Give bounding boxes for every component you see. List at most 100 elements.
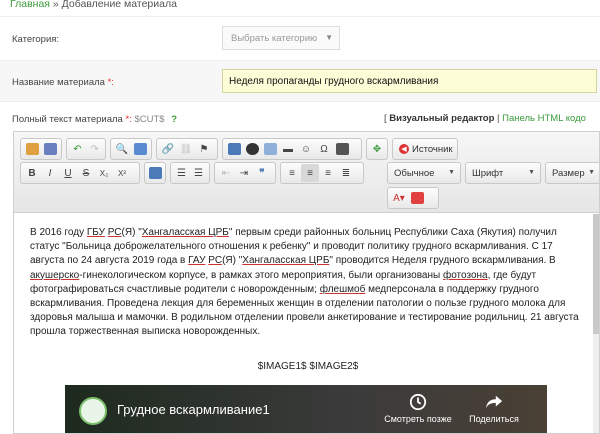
bold-button[interactable]: B	[23, 164, 41, 182]
replace-icon[interactable]	[131, 140, 149, 158]
text-run: Хангаласская ЦРБ	[141, 227, 229, 238]
blockquote-icon[interactable]: ❞	[253, 164, 271, 182]
source-icon: ◀	[399, 144, 409, 154]
maximize-icon[interactable]: ✥	[369, 140, 385, 158]
source-button-inner: ◀ Источник	[395, 144, 457, 155]
toolbar-group-align: ≡ ≡ ≡ ≣	[280, 162, 364, 184]
channel-logo[interactable]	[79, 397, 107, 425]
editor-mode-switch: [ Визуальный редактор | Панель HTML кодо	[384, 113, 586, 124]
scrollbar-thumb[interactable]	[593, 214, 599, 334]
share-icon	[485, 395, 503, 409]
size-select[interactable]: Размер ▼	[545, 162, 599, 184]
cut-tag[interactable]: $CUT$	[134, 114, 164, 125]
undo-icon[interactable]: ↶	[69, 140, 86, 158]
flash-icon[interactable]	[243, 140, 261, 158]
toolbar-group-indent: ⇤ ⇥ ❞	[214, 162, 276, 184]
text-run: -гинекологическом корпусе, в рамках этог…	[79, 269, 443, 281]
font-select[interactable]: Шрифт ▼	[465, 162, 541, 184]
category-select[interactable]: Выбрать категорию ▼	[222, 26, 340, 50]
align-left-icon[interactable]: ≡	[283, 164, 301, 182]
editor-content[interactable]: В 2016 году ГБУ РС(Я) "Хангаласская ЦРБ"…	[30, 226, 586, 372]
text-run: В 2016 году	[30, 227, 87, 238]
anchor-icon[interactable]: ⚑	[195, 140, 213, 158]
toolbar-group-links: 🔗 ⛓ ⚑	[156, 138, 218, 160]
indent-icon[interactable]: ⇥	[235, 164, 253, 182]
align-justify-icon[interactable]: ≣	[337, 164, 355, 182]
template-icon[interactable]	[23, 140, 41, 158]
chevron-down-icon: ▼	[325, 33, 333, 42]
pagebreak-icon[interactable]	[333, 140, 351, 158]
breadcrumb: Главная » Добавление материала	[10, 0, 177, 10]
toolbar-group-maximize: ✥	[366, 138, 388, 160]
outdent-icon[interactable]: ⇤	[217, 164, 235, 182]
clock-icon	[409, 393, 427, 411]
article-paragraph: В 2016 году ГБУ РС(Я) "Хангаласская ЦРБ"…	[30, 226, 586, 340]
share-button[interactable]: Поделиться	[459, 393, 529, 424]
redo-icon[interactable]: ↷	[86, 140, 103, 158]
chevron-down-icon: ▼	[588, 169, 595, 176]
superscript-button[interactable]: X²	[113, 164, 131, 182]
unlink-icon[interactable]: ⛓	[177, 140, 195, 158]
chevron-down-icon: ▼	[448, 169, 455, 176]
text-color-icon[interactable]: A▾	[390, 189, 408, 207]
smiley-icon[interactable]: ☺	[297, 140, 315, 158]
toolbar-group-find: 🔍	[110, 138, 152, 160]
source-button[interactable]: ◀ Источник	[392, 138, 458, 160]
font-select-value: Шрифт	[472, 168, 504, 179]
toolbar-group-basic-styles: B I U S X₂ X²	[20, 162, 140, 184]
find-icon[interactable]: 🔍	[113, 140, 131, 158]
bg-color-icon[interactable]	[408, 189, 426, 207]
toolbar-group-remove-format	[144, 162, 166, 184]
text-run: РС	[107, 227, 122, 238]
editor-scrollbar[interactable]	[593, 214, 599, 433]
share-label: Поделиться	[469, 414, 519, 424]
bracket: [	[384, 113, 387, 124]
text-label-text: Полный текст материала	[12, 114, 123, 125]
italic-button[interactable]: I	[41, 164, 59, 182]
save-icon[interactable]	[41, 140, 59, 158]
size-select-value: Размер	[552, 168, 585, 179]
text-run: (Я) "	[121, 227, 142, 238]
align-right-icon[interactable]: ≡	[319, 164, 337, 182]
required-mark: *:	[125, 114, 132, 125]
link-icon[interactable]: 🔗	[159, 140, 177, 158]
title-label: Название материала *:	[12, 77, 114, 88]
required-mark: *:	[107, 77, 114, 88]
toolbar-group-colors: A▾	[387, 187, 439, 209]
table-icon[interactable]	[261, 140, 279, 158]
text-run: фотозона	[442, 269, 488, 281]
remove-format-icon[interactable]	[147, 164, 163, 182]
breadcrumb-home-link[interactable]: Главная	[10, 0, 50, 10]
divider: |	[497, 113, 500, 124]
category-label: Категория:	[12, 34, 60, 45]
breadcrumb-separator: »	[52, 0, 59, 10]
visual-editor-link[interactable]: Визуальный редактор	[389, 113, 494, 124]
text-run: ГБУ	[86, 227, 105, 238]
text-run: акушерско	[30, 269, 80, 281]
source-label: Источник	[412, 143, 453, 155]
watch-later-button[interactable]: Смотреть позже	[383, 393, 453, 424]
subscript-button[interactable]: X₂	[95, 164, 113, 182]
numbered-list-icon[interactable]: ☰	[173, 164, 190, 182]
special-char-icon[interactable]: Ω	[315, 140, 333, 158]
html-panel-link[interactable]: Панель HTML кодо	[502, 113, 586, 124]
title-input[interactable]: Неделя пропаганды грудного вскармливания	[222, 69, 597, 93]
video-embed[interactable]: Грудное вскармливание1 Смотреть позже По…	[65, 385, 547, 433]
text-run: (Я) "	[222, 255, 243, 267]
underline-button[interactable]: U	[59, 164, 77, 182]
video-title[interactable]: Грудное вскармливание1	[117, 402, 270, 417]
watch-later-label: Смотреть позже	[384, 414, 452, 424]
help-icon[interactable]: ?	[171, 114, 177, 125]
strike-button[interactable]: S	[77, 164, 95, 182]
align-center-icon[interactable]: ≡	[301, 164, 319, 182]
toolbar-group-lists: ☰ ☰	[170, 162, 210, 184]
format-select-value: Обычное	[394, 168, 435, 179]
image-placeholders: $IMAGE1$ $IMAGE2$	[257, 361, 359, 372]
breadcrumb-current: Добавление материала	[61, 0, 177, 10]
text-run: Хангаласская ЦРБ	[242, 255, 330, 267]
image-icon[interactable]	[225, 140, 243, 158]
hr-icon[interactable]: ▬	[279, 140, 297, 158]
format-select[interactable]: Обычное ▼	[387, 162, 461, 184]
chevron-down-icon: ▼	[528, 169, 535, 176]
bullet-list-icon[interactable]: ☰	[190, 164, 207, 182]
